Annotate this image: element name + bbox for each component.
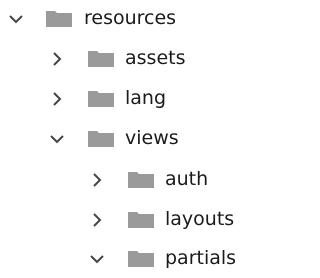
- tree-item-label: auth: [165, 168, 209, 190]
- chevron-down-icon[interactable]: [85, 246, 109, 272]
- tree-item-auth[interactable]: auth: [0, 161, 246, 199]
- folder-icon: [128, 172, 154, 188]
- tree-item-layouts[interactable]: layouts: [0, 201, 246, 239]
- tree-item-label: resources: [84, 7, 177, 29]
- folder-icon: [88, 91, 114, 107]
- tree-item-assets[interactable]: assets: [0, 40, 246, 78]
- chevron-right-icon[interactable]: [85, 167, 109, 193]
- chevron-down-icon[interactable]: [4, 6, 28, 32]
- folder-icon: [88, 131, 114, 147]
- tree-item-partials[interactable]: partials: [0, 240, 246, 278]
- folder-icon: [88, 51, 114, 67]
- chevron-right-icon[interactable]: [45, 46, 69, 72]
- tree-item-label: lang: [125, 87, 167, 109]
- chevron-down-icon[interactable]: [45, 126, 69, 152]
- tree-item-label: views: [125, 127, 179, 149]
- tree-item-label: layouts: [165, 208, 235, 230]
- folder-icon: [46, 11, 72, 27]
- tree-item-label: assets: [125, 47, 186, 69]
- tree-item-views[interactable]: views: [0, 120, 246, 158]
- folder-icon: [128, 251, 154, 267]
- folder-tree: resources assets lang views auth layouts…: [0, 0, 246, 278]
- tree-item-resources[interactable]: resources: [0, 0, 246, 38]
- chevron-right-icon[interactable]: [85, 207, 109, 233]
- tree-item-lang[interactable]: lang: [0, 80, 246, 118]
- folder-icon: [128, 212, 154, 228]
- chevron-right-icon[interactable]: [45, 86, 69, 112]
- tree-item-label: partials: [165, 247, 237, 269]
